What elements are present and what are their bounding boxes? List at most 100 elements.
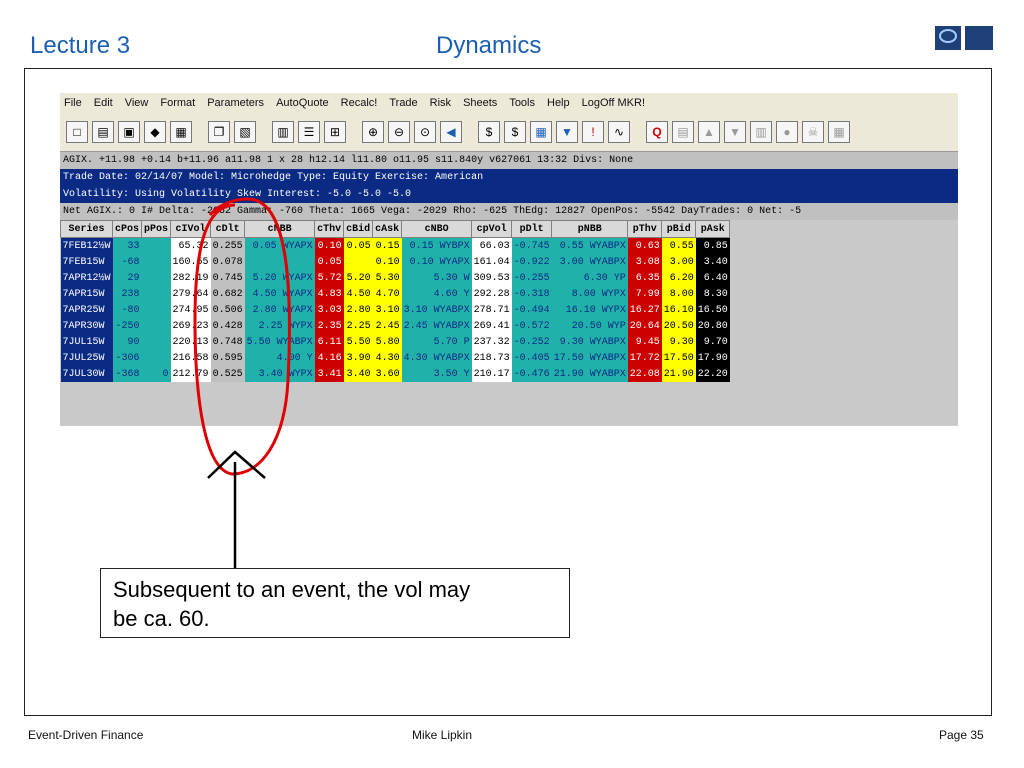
header-cbid[interactable]: cBid xyxy=(343,220,374,238)
cell-series[interactable]: 7FEB15W xyxy=(60,254,113,270)
copy-icon[interactable]: ❐ xyxy=(208,121,230,143)
matrix-icon[interactable]: ⊞ xyxy=(324,121,346,143)
cell-cnbb[interactable]: 2.25 WYPX xyxy=(244,318,315,334)
cell-series[interactable]: 7JUL15W xyxy=(60,334,113,350)
header-series[interactable]: Series xyxy=(60,220,114,238)
cell-cpos[interactable]: -306 xyxy=(112,350,142,366)
cell-cnbb[interactable]: 5.20 WYAPX xyxy=(244,270,315,286)
cell-pthv[interactable]: 6.35 xyxy=(627,270,662,286)
cell-cbid[interactable]: 0.05 xyxy=(343,237,373,254)
cell-series[interactable]: 7APR25W xyxy=(60,302,113,318)
menu-parameters[interactable]: Parameters xyxy=(207,97,264,109)
cell-pask[interactable]: 22.20 xyxy=(695,366,730,382)
cell-cpos[interactable]: 33 xyxy=(112,237,142,254)
cell-cdlt[interactable]: 0.682 xyxy=(210,286,245,302)
cell-pdlt[interactable]: -0.572 xyxy=(511,318,552,334)
cell-ppos[interactable] xyxy=(141,237,171,254)
cell-cask[interactable]: 5.30 xyxy=(372,270,402,286)
cell-cnbo[interactable]: 0.10 WYAPX xyxy=(401,254,472,270)
cell-ppos[interactable] xyxy=(141,350,171,366)
cell-pnbb[interactable]: 6.30 YP xyxy=(551,270,628,286)
back-icon[interactable]: ◀ xyxy=(440,121,462,143)
cell-cpvol[interactable]: 210.17 xyxy=(471,366,512,382)
cell-pthv[interactable]: 3.08 xyxy=(627,254,662,270)
cell-ppos[interactable] xyxy=(141,286,171,302)
cell-cdlt[interactable]: 0.595 xyxy=(210,350,245,366)
cell-cbid[interactable] xyxy=(343,254,373,270)
menu-risk[interactable]: Risk xyxy=(430,97,451,109)
cell-civol[interactable]: 269.23 xyxy=(170,318,211,334)
cell-civol[interactable]: 279.64 xyxy=(170,286,211,302)
menu-edit[interactable]: Edit xyxy=(94,97,113,109)
table-icon[interactable]: ▥ xyxy=(750,121,772,143)
cell-cthv[interactable]: 0.05 xyxy=(314,254,344,270)
header-pask[interactable]: pAsk xyxy=(695,220,731,238)
cell-cpvol[interactable]: 237.32 xyxy=(471,334,512,350)
open-icon[interactable]: ▤ xyxy=(92,121,114,143)
table-row[interactable]: 7APR12½W 29 282.19 0.745 5.20 WYAPX 5.72 5.20 5… xyxy=(60,270,730,286)
cell-civol[interactable]: 216.58 xyxy=(170,350,211,366)
grid-icon[interactable]: ▥ xyxy=(272,121,294,143)
cell-cbid[interactable]: 5.20 xyxy=(343,270,373,286)
cell-civol[interactable]: 65.32 xyxy=(170,237,211,254)
cell-civol[interactable]: 220.13 xyxy=(170,334,211,350)
cell-pbid[interactable]: 6.20 xyxy=(661,270,696,286)
cell-cpos[interactable]: 238 xyxy=(112,286,142,302)
header-pdlt[interactable]: pDlt xyxy=(511,220,553,238)
cell-series[interactable]: 7FEB12½W xyxy=(60,237,113,254)
cell-pnbb[interactable]: 17.50 WYABPX xyxy=(551,350,628,366)
header-cpos[interactable]: cPos xyxy=(112,220,143,238)
table-row[interactable]: 7APR15W 238 279.64 0.682 4.50 WYAPX 4.83 4.50 4… xyxy=(60,286,730,302)
header-civol[interactable]: cIVol xyxy=(170,220,212,238)
cell-pthv[interactable]: 0.63 xyxy=(627,237,662,254)
cell-pbid[interactable]: 20.50 xyxy=(661,318,696,334)
cell-ppos[interactable] xyxy=(141,270,171,286)
menu-logoff[interactable]: LogOff MKR! xyxy=(582,97,645,109)
cell-cthv[interactable]: 4.83 xyxy=(314,286,344,302)
new-icon[interactable]: □ xyxy=(66,121,88,143)
cell-civol[interactable]: 274.95 xyxy=(170,302,211,318)
cell-cdlt[interactable]: 0.428 xyxy=(210,318,245,334)
cell-pdlt[interactable]: -0.405 xyxy=(511,350,552,366)
cell-series[interactable]: 7JUL30W xyxy=(60,366,113,382)
table-row[interactable]: 7APR25W -80 274.95 0.506 2.80 WYAPX 3.03 2.80 3… xyxy=(60,302,730,318)
dollar-edit-icon[interactable]: $ xyxy=(504,121,526,143)
cell-pthv[interactable]: 9.45 xyxy=(627,334,662,350)
cell-pthv[interactable]: 22.08 xyxy=(627,366,662,382)
cell-cdlt[interactable]: 0.525 xyxy=(210,366,245,382)
cell-cbid[interactable]: 3.90 xyxy=(343,350,373,366)
cell-pthv[interactable]: 17.72 xyxy=(627,350,662,366)
cell-pnbb[interactable]: 3.00 WYABPX xyxy=(551,254,628,270)
filter-icon[interactable]: ▼ xyxy=(556,121,578,143)
header-cnbb[interactable]: cNBB xyxy=(244,220,316,238)
cell-cpos[interactable]: -68 xyxy=(112,254,142,270)
cell-pbid[interactable]: 3.00 xyxy=(661,254,696,270)
chart-icon[interactable]: ∿ xyxy=(608,121,630,143)
cell-pask[interactable]: 0.85 xyxy=(695,237,730,254)
header-ppos[interactable]: pPos xyxy=(141,220,172,238)
cell-cthv[interactable]: 3.41 xyxy=(314,366,344,382)
cell-pnbb[interactable]: 8.00 WYPX xyxy=(551,286,628,302)
cell-pthv[interactable]: 20.64 xyxy=(627,318,662,334)
zoom-icon[interactable]: ⊙ xyxy=(414,121,436,143)
cell-pask[interactable]: 20.80 xyxy=(695,318,730,334)
cell-cnbb[interactable]: 2.80 WYAPX xyxy=(244,302,315,318)
cell-cnbb[interactable]: 5.50 WYABPX xyxy=(244,334,315,350)
cell-series[interactable]: 7APR30W xyxy=(60,318,113,334)
cell-cthv[interactable]: 2.35 xyxy=(314,318,344,334)
cell-cnbb[interactable]: 4.50 WYAPX xyxy=(244,286,315,302)
cell-pask[interactable]: 9.70 xyxy=(695,334,730,350)
cell-cpvol[interactable]: 278.71 xyxy=(471,302,512,318)
cell-cnbb[interactable] xyxy=(244,254,315,270)
cell-pdlt[interactable]: -0.494 xyxy=(511,302,552,318)
cell-cbid[interactable]: 5.50 xyxy=(343,334,373,350)
cell-cpvol[interactable]: 218.73 xyxy=(471,350,512,366)
cell-ppos[interactable] xyxy=(141,254,171,270)
cell-ppos[interactable] xyxy=(141,334,171,350)
cell-cpos[interactable]: -368 xyxy=(112,366,142,382)
table-row[interactable]: 7APR30W -250 269.23 0.428 2.25 WYPX 2.35 2.25 2… xyxy=(60,318,730,334)
cell-pask[interactable]: 16.50 xyxy=(695,302,730,318)
cell-cthv[interactable]: 6.11 xyxy=(314,334,344,350)
sheet-icon[interactable]: ▤ xyxy=(672,121,694,143)
header-cthv[interactable]: cThv xyxy=(314,220,345,238)
